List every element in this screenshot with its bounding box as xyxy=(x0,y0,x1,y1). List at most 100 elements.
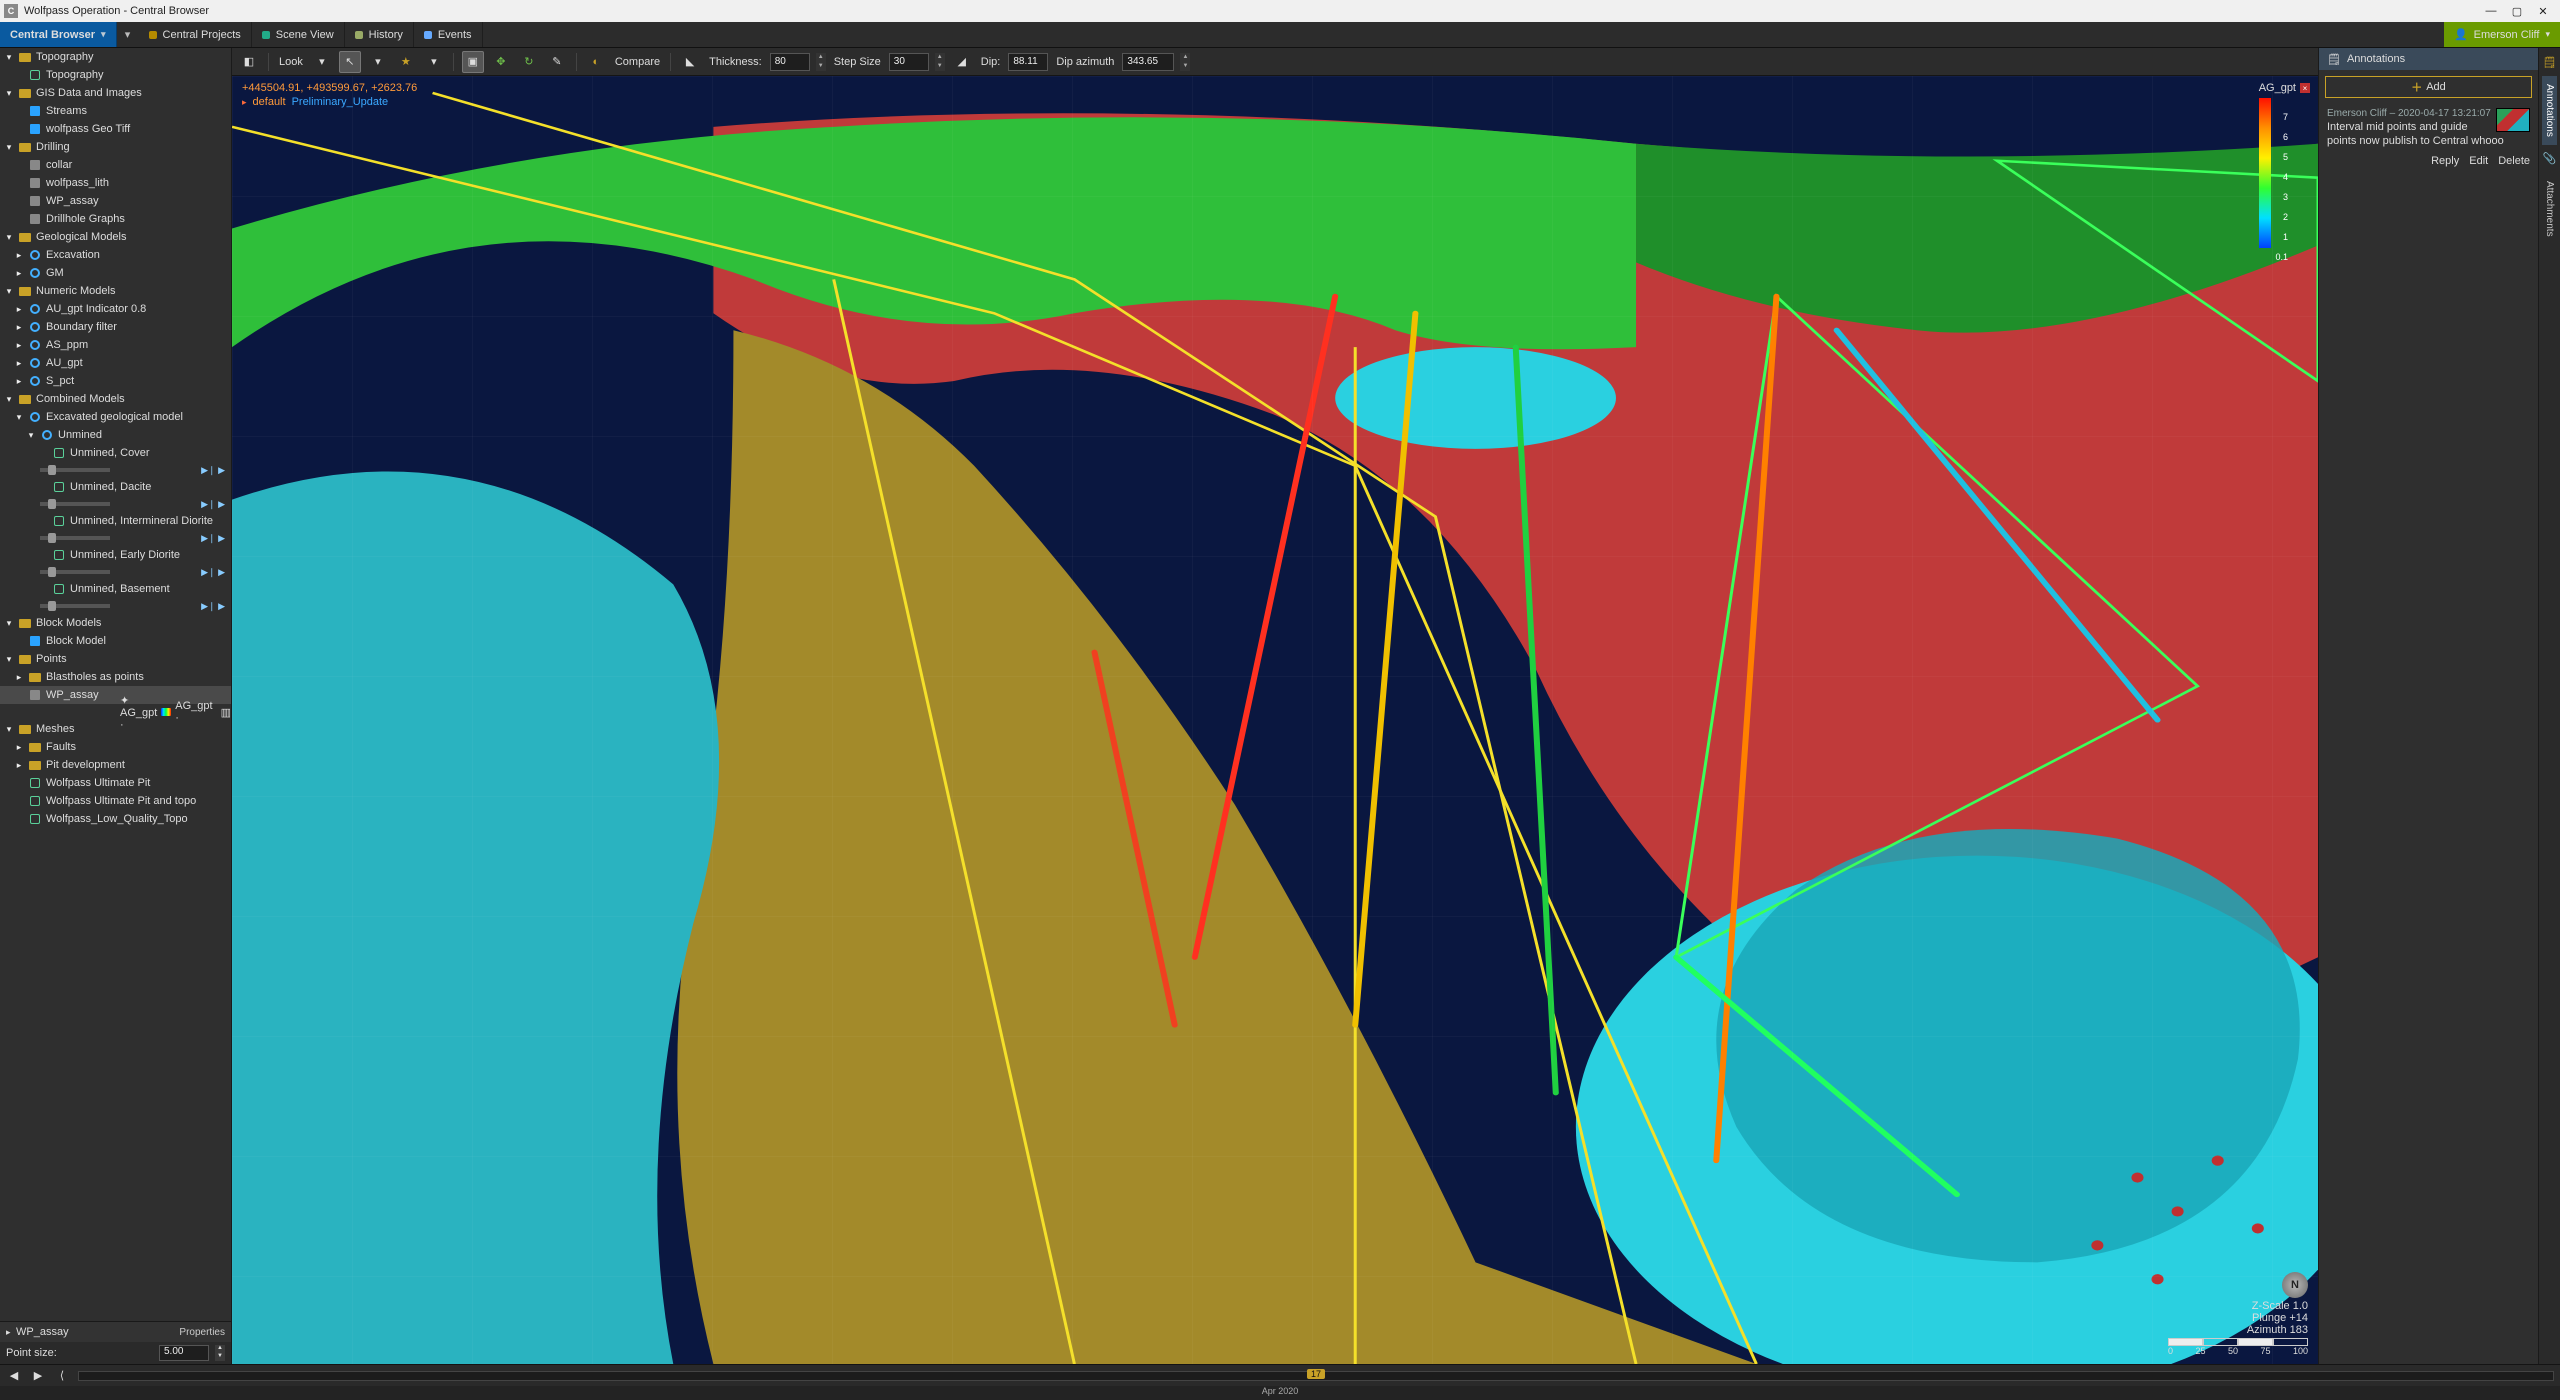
dip-value[interactable]: 88.11 xyxy=(1008,53,1048,71)
expand-icon[interactable]: ▸ xyxy=(14,304,24,315)
scene-viewport[interactable]: +445504.91, +493599.67, +2623.76 ▸ defau… xyxy=(232,76,2318,1364)
legend-close-icon[interactable]: × xyxy=(2300,83,2310,93)
window-close-button[interactable]: ✕ xyxy=(2530,0,2556,22)
annotation-item[interactable]: Emerson Cliff – 2020-04-17 13:21:07 Inte… xyxy=(2319,104,2538,153)
slicer-icon[interactable]: ◣ xyxy=(679,51,701,73)
pointsize-spinner[interactable]: ▲▼ xyxy=(215,1345,225,1361)
select-tool[interactable]: ▣ xyxy=(462,51,484,73)
tree-item[interactable]: Block Model xyxy=(0,632,231,650)
expand-icon[interactable]: ▾ xyxy=(4,88,14,99)
look-dropdown[interactable]: ▾ xyxy=(311,51,333,73)
tree-item[interactable]: ▾Block Models xyxy=(0,614,231,632)
expand-icon[interactable]: ▸ xyxy=(14,322,24,333)
tree-item[interactable]: collar xyxy=(0,156,231,174)
tree-item[interactable]: ▸GM xyxy=(0,264,231,282)
pointsize-input[interactable]: 5.00 xyxy=(159,1345,209,1361)
tree-item[interactable]: Unmined, Dacite xyxy=(0,478,231,496)
timeline-play-button[interactable]: ▶ xyxy=(30,1368,46,1384)
reply-link[interactable]: Reply xyxy=(2431,155,2459,167)
step-controls[interactable]: ▶❘ ▶ xyxy=(201,601,225,612)
tree-item[interactable]: ▸Blastholes as points xyxy=(0,668,231,686)
tree-item[interactable]: ▾Excavated geological model xyxy=(0,408,231,426)
tree-item[interactable]: ▾Unmined xyxy=(0,426,231,444)
side-tab-attachments[interactable]: Attachments xyxy=(2542,173,2557,245)
tree-item[interactable]: Wolfpass Ultimate Pit xyxy=(0,774,231,792)
rotate-tool[interactable]: ↻ xyxy=(518,51,540,73)
delete-link[interactable]: Delete xyxy=(2498,155,2530,167)
tree-item[interactable]: WP_assay xyxy=(0,192,231,210)
look-north-button[interactable]: ↖ xyxy=(339,51,361,73)
expand-icon[interactable]: ▾ xyxy=(4,232,14,243)
timeline-track[interactable]: 17 xyxy=(78,1371,2554,1381)
scene-status-label[interactable]: Preliminary_Update xyxy=(292,96,389,108)
opacity-slider[interactable] xyxy=(40,604,110,608)
expand-icon[interactable]: ▸ xyxy=(14,760,24,771)
add-annotation-button[interactable]: ＋ Add xyxy=(2325,76,2532,98)
tree-item[interactable]: Unmined, Cover xyxy=(0,444,231,462)
tab-history[interactable]: History xyxy=(345,22,414,47)
dip-azimuth-spinner[interactable]: ▲▼ xyxy=(1180,53,1190,71)
tree-item[interactable]: Drillhole Graphs xyxy=(0,210,231,228)
opacity-slider[interactable] xyxy=(40,468,110,472)
main-tab-central-browser[interactable]: Central Browser ▾ xyxy=(0,22,117,47)
step-controls[interactable]: ▶❘ ▶ xyxy=(201,465,225,476)
tree-item[interactable]: ▸Pit development xyxy=(0,756,231,774)
timeline-back-button[interactable]: ⟨ xyxy=(54,1368,70,1384)
opacity-slider[interactable] xyxy=(40,570,110,574)
move-tool[interactable]: ✥ xyxy=(490,51,512,73)
window-minimize-button[interactable]: — xyxy=(2478,0,2504,22)
tree-item[interactable]: Unmined, Basement xyxy=(0,580,231,598)
stepsize-spinner[interactable]: ▲▼ xyxy=(935,53,945,71)
annotations-tab-icon[interactable]: 🗒 xyxy=(2542,54,2558,70)
tree-item[interactable]: Unmined, Intermineral Diorite xyxy=(0,512,231,530)
window-maximize-button[interactable]: ▢ xyxy=(2504,0,2530,22)
bookmark-button[interactable]: ★ xyxy=(395,51,417,73)
tree-item[interactable]: ▸Faults xyxy=(0,738,231,756)
tree-item[interactable]: ▾Drilling xyxy=(0,138,231,156)
expand-icon[interactable]: ▸ xyxy=(14,268,24,279)
dip-icon[interactable]: ◢ xyxy=(951,51,973,73)
draw-tool[interactable]: ✎ xyxy=(546,51,568,73)
properties-header[interactable]: ▸ WP_assay Properties xyxy=(0,1322,231,1342)
look-dropdown-2[interactable]: ▾ xyxy=(367,51,389,73)
tab-events[interactable]: Events xyxy=(414,22,483,47)
expand-icon[interactable]: ▾ xyxy=(14,412,24,423)
tree-item[interactable]: ▾Combined Models xyxy=(0,390,231,408)
compare-icon[interactable]: ◐ xyxy=(585,51,607,73)
timeline-prev-button[interactable]: ◀ xyxy=(6,1368,22,1384)
tree-item[interactable]: ▾GIS Data and Images xyxy=(0,84,231,102)
colour-swatch-button[interactable]: ◧ xyxy=(238,51,260,73)
expand-icon[interactable]: ▸ xyxy=(14,742,24,753)
tree-item[interactable]: wolfpass Geo Tiff xyxy=(0,120,231,138)
expand-icon[interactable]: ▾ xyxy=(4,52,14,63)
thickness-input[interactable]: 80 xyxy=(770,53,810,71)
tree-item[interactable]: ▾Geological Models xyxy=(0,228,231,246)
expand-icon[interactable]: ▸ xyxy=(14,340,24,351)
tree-item[interactable]: Unmined, Early Diorite xyxy=(0,546,231,564)
expand-icon[interactable]: ▾ xyxy=(4,142,14,153)
step-controls[interactable]: ▶❘ ▶ xyxy=(201,499,225,510)
tab-central-projects[interactable]: Central Projects xyxy=(139,22,252,47)
expand-icon[interactable]: ▾ xyxy=(4,286,14,297)
thickness-spinner[interactable]: ▲▼ xyxy=(816,53,826,71)
step-controls[interactable]: ▶❘ ▶ xyxy=(201,533,225,544)
tab-scene-view[interactable]: Scene View xyxy=(252,22,345,47)
tree-item[interactable]: ▸AU_gpt Indicator 0.8 xyxy=(0,300,231,318)
bookmark-dropdown[interactable]: ▾ xyxy=(423,51,445,73)
tree-item[interactable]: ▸S_pct xyxy=(0,372,231,390)
tree-item[interactable]: ▾Topography xyxy=(0,48,231,66)
edit-link[interactable]: Edit xyxy=(2469,155,2488,167)
colour-legend[interactable]: AG_gpt × 7 6 5 4 3 2 1 0.1 xyxy=(2257,80,2312,254)
tree-item[interactable]: Wolfpass Ultimate Pit and topo xyxy=(0,792,231,810)
opacity-slider[interactable] xyxy=(40,536,110,540)
compass-icon[interactable]: N xyxy=(2282,1272,2308,1298)
timeline-marker[interactable]: 17 xyxy=(1307,1368,1325,1380)
tree-item[interactable]: wolfpass_lith xyxy=(0,174,231,192)
expand-icon[interactable]: ▾ xyxy=(4,394,14,405)
tree-item[interactable]: ▸Excavation xyxy=(0,246,231,264)
step-controls[interactable]: ▶❘ ▶ xyxy=(201,567,225,578)
expand-icon[interactable]: ▾ xyxy=(4,618,14,629)
expand-icon[interactable]: ▸ xyxy=(14,358,24,369)
expand-icon[interactable]: ▸ xyxy=(14,672,24,683)
dip-azimuth-value[interactable]: 343.65 xyxy=(1122,53,1174,71)
